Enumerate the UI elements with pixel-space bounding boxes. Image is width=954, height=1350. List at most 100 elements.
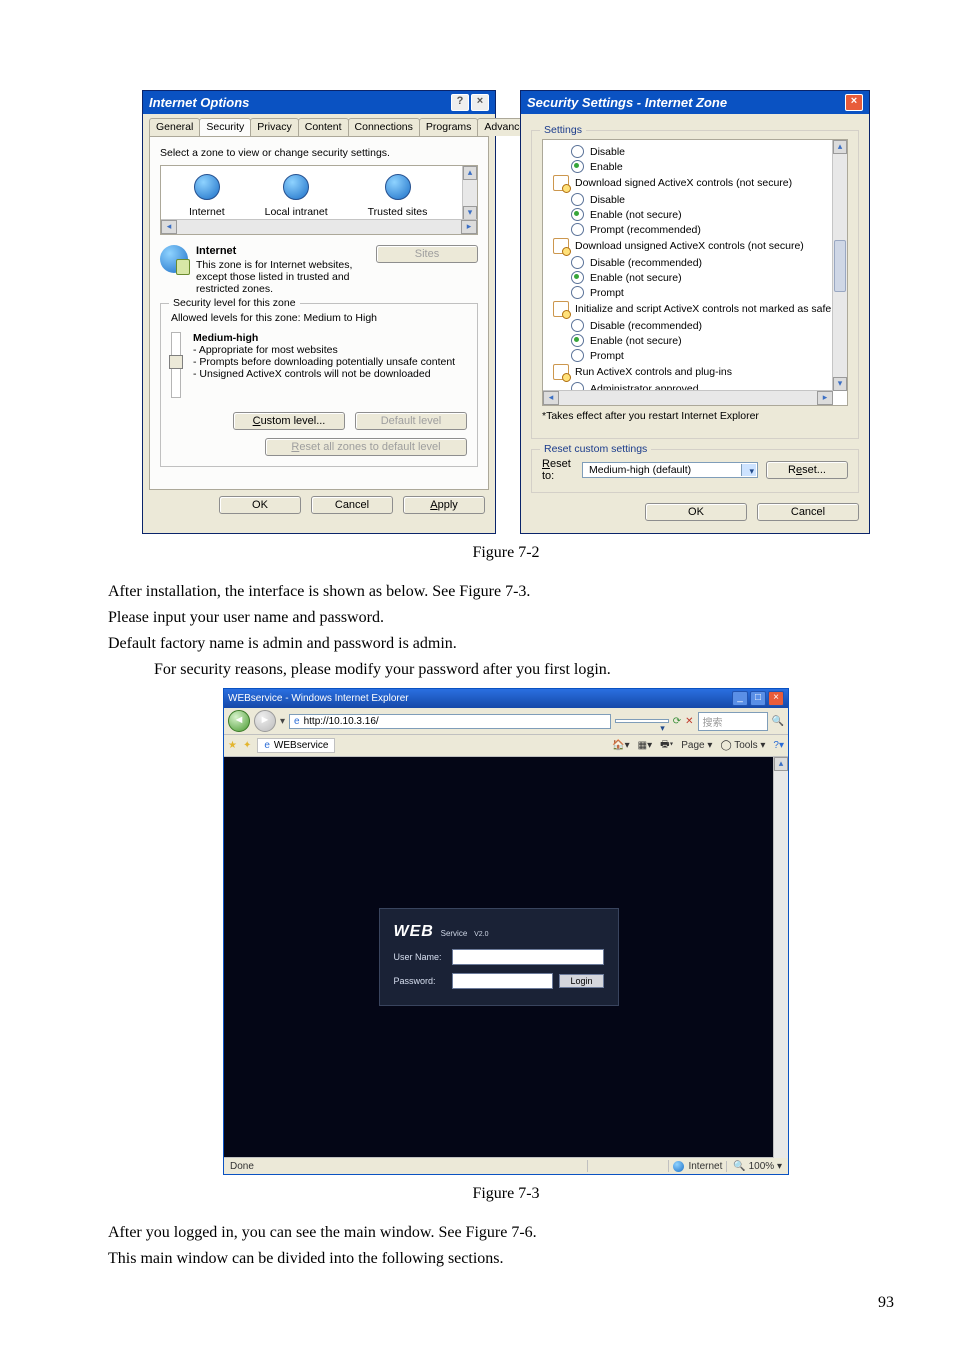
dropdown-icon[interactable]: ▾ <box>280 716 285 727</box>
radio-icon[interactable] <box>571 193 584 206</box>
back-button[interactable]: ◄ <box>228 710 250 732</box>
scroll-down-icon[interactable]: ▾ <box>463 206 477 220</box>
hscrollbar[interactable]: ◂ ▸ <box>543 390 833 405</box>
activex-icon <box>553 238 569 254</box>
close-icon[interactable]: × <box>845 94 863 111</box>
zone-list[interactable]: Internet Local intranet Trusted sites ▴ <box>160 165 478 235</box>
vscrollbar[interactable]: ▴ ▾ <box>832 140 847 391</box>
browser-tab[interactable]: e WEBservice <box>257 738 335 753</box>
scroll-right-icon[interactable]: ▸ <box>461 220 477 234</box>
search-box[interactable]: 搜索 <box>698 712 768 731</box>
zone-vscroll[interactable]: ▴ ▾ <box>462 166 477 220</box>
setting-option[interactable]: Disable (recommended) <box>553 255 848 270</box>
scroll-up-icon[interactable]: ▴ <box>833 140 847 154</box>
zone-internet[interactable]: Internet <box>189 174 225 218</box>
radio-icon[interactable] <box>571 145 584 158</box>
search-icon[interactable]: 🔍 <box>772 716 784 727</box>
radio-icon[interactable] <box>571 223 584 236</box>
tab-programs[interactable]: Programs <box>419 118 479 136</box>
password-input[interactable] <box>452 973 554 989</box>
security-level-group: Security level for this zone Allowed lev… <box>160 303 478 467</box>
scroll-up-icon[interactable]: ▴ <box>774 757 788 771</box>
ok-button[interactable]: OK <box>645 503 747 521</box>
address-bar[interactable]: e http://10.10.3.16/ <box>289 714 611 729</box>
reset-button[interactable]: Reset... <box>766 461 848 479</box>
browser-titlebar[interactable]: WEBservice - Windows Internet Explorer _… <box>224 689 788 708</box>
zone-hscroll[interactable]: ◂ ▸ <box>161 219 477 234</box>
help-icon[interactable]: ?▾ <box>773 740 784 751</box>
help-icon[interactable]: ? <box>451 94 469 111</box>
print-icon[interactable]: 🖶▾ <box>660 737 673 754</box>
radio-icon[interactable] <box>571 271 584 284</box>
zone-local-intranet[interactable]: Local intranet <box>265 174 328 218</box>
ok-button[interactable]: OK <box>219 496 301 514</box>
tab-content[interactable]: Content <box>298 118 349 136</box>
security-slider[interactable] <box>171 332 181 398</box>
settings-list[interactable]: DisableEnableDownload signed ActiveX con… <box>542 139 848 406</box>
forward-button[interactable]: ► <box>254 710 276 732</box>
stop-icon[interactable]: ✕ <box>685 716 693 727</box>
tab-connections[interactable]: Connections <box>348 118 420 136</box>
setting-option[interactable]: Disable (recommended) <box>553 318 848 333</box>
setting-option[interactable]: Enable (not secure) <box>553 270 848 285</box>
setting-option[interactable]: Enable (not secure) <box>553 207 848 222</box>
reset-to-select[interactable]: Medium-high (default) ▾ <box>582 462 758 478</box>
go-dropdown[interactable]: ▾ <box>615 719 669 723</box>
scroll-up-icon[interactable]: ▴ <box>463 166 477 180</box>
home-icon[interactable]: 🏠▾ <box>612 740 629 751</box>
setting-option[interactable]: Disable <box>553 144 848 159</box>
close-icon[interactable]: × <box>471 94 489 111</box>
apply-button[interactable]: Apply <box>403 496 485 514</box>
slider-thumb[interactable] <box>169 355 183 369</box>
default-level-button: Default level <box>355 412 467 430</box>
radio-icon[interactable] <box>571 208 584 221</box>
tab-privacy[interactable]: Privacy <box>250 118 298 136</box>
radio-icon[interactable] <box>571 160 584 173</box>
radio-icon[interactable] <box>571 319 584 332</box>
minimize-icon[interactable]: _ <box>732 691 748 706</box>
custom-level-button[interactable]: Custom level... <box>233 412 345 430</box>
scrollbar-thumb[interactable] <box>834 240 846 292</box>
titlebar[interactable]: Internet Options ? × <box>143 91 495 114</box>
maximize-icon[interactable]: □ <box>750 691 766 706</box>
globe-icon <box>385 174 411 200</box>
content-vscroll[interactable]: ▴ <box>773 757 788 1158</box>
cancel-button[interactable]: Cancel <box>757 503 859 521</box>
scroll-down-icon[interactable]: ▾ <box>833 377 847 391</box>
cancel-button[interactable]: Cancel <box>311 496 393 514</box>
page-menu[interactable]: Page ▾ <box>681 740 712 751</box>
username-input[interactable] <box>452 949 604 965</box>
add-favorites-icon[interactable]: ✦ <box>243 740 251 751</box>
setting-option[interactable]: Prompt <box>553 348 848 363</box>
radio-icon[interactable] <box>571 256 584 269</box>
username-label: User Name: <box>394 952 446 962</box>
zone-trusted-sites[interactable]: Trusted sites <box>368 174 428 218</box>
setting-option[interactable]: Prompt (recommended) <box>553 222 848 237</box>
body-paragraph: For security reasons, please modify your… <box>108 658 904 682</box>
zoom-control[interactable]: 🔍 100% ▾ <box>726 1161 782 1172</box>
tools-menu[interactable]: ◯ Tools ▾ <box>720 740 765 751</box>
close-icon[interactable]: × <box>768 691 784 706</box>
radio-icon[interactable] <box>571 349 584 362</box>
tab-security[interactable]: Security <box>199 118 251 136</box>
scroll-left-icon[interactable]: ◂ <box>161 220 177 234</box>
brand-logo: WEB <box>394 923 434 939</box>
login-button[interactable]: Login <box>559 974 603 988</box>
radio-icon[interactable] <box>571 334 584 347</box>
browser-window: WEBservice - Windows Internet Explorer _… <box>223 688 789 1175</box>
setting-option[interactable]: Prompt <box>553 285 848 300</box>
favorites-icon[interactable]: ★ <box>228 740 237 751</box>
scroll-left-icon[interactable]: ◂ <box>543 391 559 405</box>
scroll-right-icon[interactable]: ▸ <box>817 391 833 405</box>
radio-icon[interactable] <box>571 286 584 299</box>
globe-icon <box>283 174 309 200</box>
refresh-icon[interactable]: ⟳ <box>673 716 681 727</box>
titlebar[interactable]: Security Settings - Internet Zone × <box>521 91 869 114</box>
tab-general[interactable]: General <box>149 118 200 136</box>
chevron-down-icon: ▾ <box>749 466 754 477</box>
setting-option[interactable]: Enable <box>553 159 848 174</box>
feeds-icon[interactable]: ▦▾ <box>638 740 652 751</box>
setting-option[interactable]: Enable (not secure) <box>553 333 848 348</box>
setting-option[interactable]: Disable <box>553 192 848 207</box>
reset-all-button: Reset all zones to default level <box>265 438 467 456</box>
